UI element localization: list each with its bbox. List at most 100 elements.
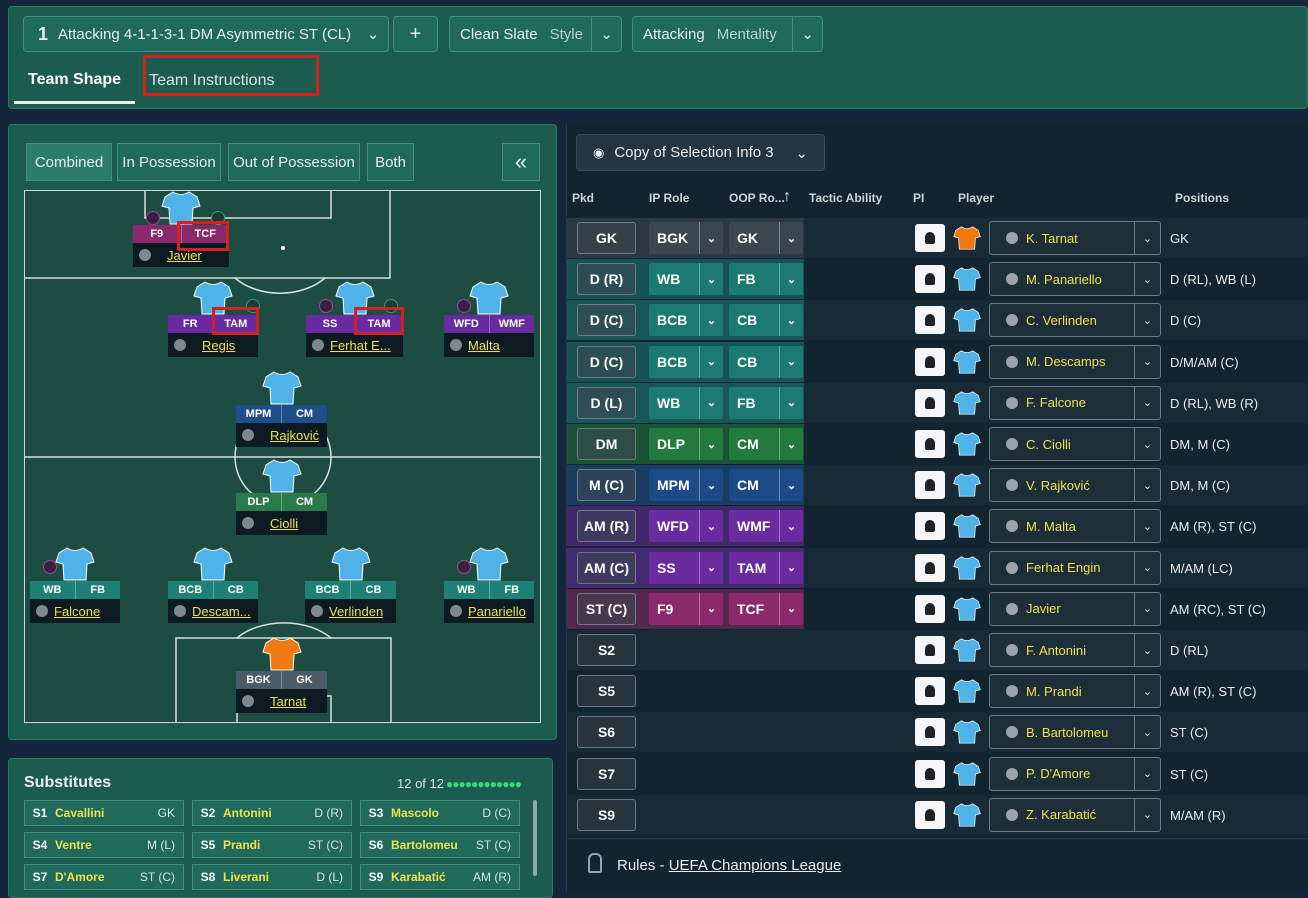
segment-in-possession[interactable]: In Possession [117, 143, 221, 181]
ip-role-dropdown[interactable]: WFD ⌄ [649, 510, 723, 543]
player-selector[interactable]: C. Verlinden ⌄ [989, 303, 1161, 338]
pkd-button[interactable]: S2 [577, 634, 636, 666]
pkd-button[interactable]: D (C) [577, 345, 636, 378]
segment-out-of-possession[interactable]: Out of Possession [228, 143, 360, 181]
pkd-button[interactable]: AM (R) [577, 510, 636, 543]
player-selector[interactable]: M. Prandi ⌄ [989, 674, 1161, 709]
substitute-item[interactable]: S6 Bartolomeu ST (C) [360, 832, 520, 858]
substitute-item[interactable]: S9 Karabatić AM (R) [360, 864, 520, 890]
player-name[interactable]: Falcone [30, 599, 120, 623]
player-name[interactable]: Ferhat E... [306, 333, 403, 357]
rules-link[interactable]: UEFA Champions League [669, 857, 842, 874]
player-roles[interactable]: F9 TCF [133, 225, 229, 243]
ip-role-dropdown[interactable]: BCB ⌄ [649, 304, 723, 337]
pkd-button[interactable]: D (L) [577, 386, 636, 419]
substitute-item[interactable]: S5 Prandi ST (C) [192, 832, 352, 858]
oop-role-dropdown[interactable]: CM ⌄ [729, 469, 803, 502]
oop-role-dropdown[interactable]: FB ⌄ [729, 386, 803, 419]
player-roles[interactable]: FR TAM [168, 315, 258, 333]
player-name[interactable]: Javier [133, 243, 229, 267]
player-instructions-button[interactable] [915, 800, 945, 829]
substitute-item[interactable]: S2 Antonini D (R) [192, 800, 352, 826]
pkd-button[interactable]: AM (C) [577, 551, 636, 584]
player-name[interactable]: Rajković [236, 423, 327, 447]
pkd-button[interactable]: M (C) [577, 469, 636, 502]
player-name[interactable]: Ciolli [236, 511, 327, 535]
player-selector[interactable]: Ferhat Engin ⌄ [989, 550, 1161, 585]
header-positions[interactable]: Positions [1175, 191, 1229, 205]
tactic-selector[interactable]: 1 Attacking 4-1-1-3-1 DM Asymmetric ST (… [23, 16, 389, 52]
pkd-button[interactable]: S6 [577, 716, 636, 749]
player-instructions-button[interactable] [915, 677, 945, 706]
player-roles[interactable]: BCB CB [305, 581, 396, 599]
player-instructions-button[interactable] [915, 388, 945, 417]
header-pi[interactable]: PI [913, 191, 924, 205]
oop-role-dropdown[interactable]: WMF ⌄ [729, 510, 803, 543]
player-roles[interactable]: DLP CM [236, 493, 327, 511]
ip-role-dropdown[interactable]: WB ⌄ [649, 263, 723, 296]
pkd-button[interactable]: ST (C) [577, 592, 636, 625]
style-selector[interactable]: Clean Slate Style ⌄ [449, 16, 622, 52]
add-tactic-button[interactable]: + [393, 16, 438, 52]
player-selector[interactable]: F. Antonini ⌄ [989, 633, 1161, 667]
player-selector[interactable]: V. Rajković ⌄ [989, 468, 1161, 503]
mentality-selector[interactable]: Attacking Mentality ⌄ [632, 16, 823, 52]
oop-role-dropdown[interactable]: GK ⌄ [729, 222, 803, 254]
player-roles[interactable]: WB FB [30, 581, 120, 599]
player-name[interactable]: Verlinden [305, 599, 396, 623]
player-selector[interactable]: Z. Karabatić ⌄ [989, 797, 1161, 832]
player-selector[interactable]: M. Panariello ⌄ [989, 262, 1161, 297]
player-instructions-button[interactable] [915, 265, 945, 294]
player-instructions-button[interactable] [915, 718, 945, 747]
player-name[interactable]: Descam... [168, 599, 258, 623]
player-selector[interactable]: B. Bartolomeu ⌄ [989, 715, 1161, 750]
collapse-button[interactable]: « [502, 143, 540, 181]
oop-role-dropdown[interactable]: FB ⌄ [729, 263, 803, 296]
player-roles[interactable]: WFD WMF [444, 315, 534, 333]
ip-role-dropdown[interactable]: BCB ⌄ [649, 345, 723, 378]
segment-combined[interactable]: Combined [26, 143, 112, 181]
player-instructions-button[interactable] [915, 347, 945, 376]
segment-both[interactable]: Both [367, 143, 414, 181]
player-instructions-button[interactable] [915, 636, 945, 664]
substitute-item[interactable]: S8 Liverani D (L) [192, 864, 352, 890]
player-instructions-button[interactable] [915, 512, 945, 541]
player-selector[interactable]: Javier ⌄ [989, 591, 1161, 626]
player-instructions-button[interactable] [915, 306, 945, 335]
player-roles[interactable]: WB FB [444, 581, 534, 599]
tab-team-shape[interactable]: Team Shape [14, 58, 136, 104]
header-player[interactable]: Player [958, 191, 994, 205]
player-name[interactable]: Regis [168, 333, 258, 357]
player-instructions-button[interactable] [915, 430, 945, 458]
oop-role-dropdown[interactable]: CB ⌄ [729, 345, 803, 378]
substitute-item[interactable]: S1 Cavallini GK [24, 800, 184, 826]
ip-role-dropdown[interactable]: WB ⌄ [649, 386, 723, 419]
ip-role-dropdown[interactable]: BGK ⌄ [649, 222, 723, 254]
player-name[interactable]: Malta [444, 333, 534, 357]
view-selector[interactable]: ◉ Copy of Selection Info 3 ⌄ [576, 134, 825, 171]
substitutes-scrollbar[interactable] [533, 800, 537, 876]
player-name[interactable]: Panariello [444, 599, 534, 623]
pkd-button[interactable]: DM [577, 428, 636, 460]
player-name[interactable]: Tarnat [236, 689, 327, 713]
player-instructions-button[interactable] [915, 471, 945, 500]
ip-role-dropdown[interactable]: F9 ⌄ [649, 592, 723, 625]
player-instructions-button[interactable] [915, 553, 945, 582]
pkd-button[interactable]: GK [577, 222, 636, 254]
player-roles[interactable]: BCB CB [168, 581, 258, 599]
pkd-button[interactable]: S5 [577, 675, 636, 708]
substitute-item[interactable]: S7 D'Amore ST (C) [24, 864, 184, 890]
player-roles[interactable]: MPM CM [236, 405, 327, 423]
player-selector[interactable]: M. Descamps ⌄ [989, 344, 1161, 379]
header-pkd[interactable]: Pkd [572, 191, 594, 205]
player-selector[interactable]: P. D'Amore ⌄ [989, 756, 1161, 791]
ip-role-dropdown[interactable]: DLP ⌄ [649, 428, 723, 460]
pkd-button[interactable]: D (C) [577, 304, 636, 337]
player-roles[interactable]: SS TAM [306, 315, 403, 333]
player-instructions-button[interactable] [915, 759, 945, 788]
pkd-button[interactable]: S9 [577, 798, 636, 831]
player-roles[interactable]: BGK GK [236, 671, 327, 689]
player-selector[interactable]: C. Ciolli ⌄ [989, 427, 1161, 461]
header-ip-role[interactable]: IP Role [649, 191, 689, 205]
pkd-button[interactable]: S7 [577, 757, 636, 790]
